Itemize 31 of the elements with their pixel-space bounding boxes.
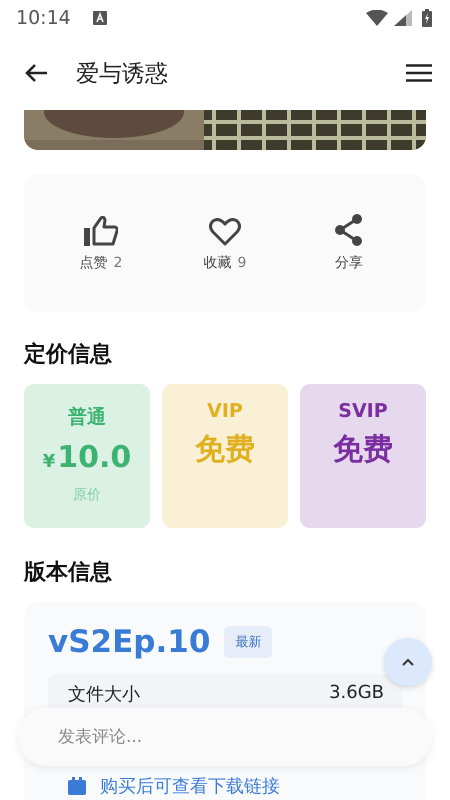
wifi-icon (366, 10, 388, 26)
tier-name: SVIP (338, 400, 388, 422)
section-heading: 定价信息 (24, 342, 112, 367)
battery-icon (422, 9, 432, 27)
share-icon (335, 214, 363, 246)
price: ¥10.0 (42, 440, 132, 477)
tier-name: VIP (207, 400, 243, 422)
price-note: 原价 (73, 486, 101, 504)
menu-icon[interactable] (406, 64, 432, 82)
back-icon[interactable] (24, 63, 48, 83)
detail-value: 3.6GB (329, 682, 384, 705)
calendar-icon (68, 777, 86, 795)
price: 免费 (333, 432, 393, 468)
heart-icon (209, 218, 241, 246)
detail-label: 文件大小 (68, 683, 140, 706)
tier-name: 普通 (68, 405, 106, 430)
page-title: 爱与诱惑 (76, 60, 169, 88)
price: 免费 (195, 432, 255, 468)
version-name: vS2Ep.10 (48, 624, 210, 660)
status-time: 10:14 (16, 7, 71, 29)
share-button[interactable]: 分享 (314, 214, 384, 272)
notification-icon (92, 11, 107, 25)
thumbs-up-icon (84, 216, 118, 246)
favorite-button[interactable]: 收藏 9 (190, 214, 260, 272)
purchase-notice: 购买后可查看下载链接 (100, 775, 280, 798)
like-button[interactable]: 点赞 2 (66, 214, 136, 272)
section-heading: 版本信息 (24, 560, 112, 585)
signal-icon (394, 10, 412, 26)
comment-field[interactable]: 发表评论... (18, 708, 432, 766)
caret-up-icon (402, 658, 414, 666)
latest-badge: 最新 (224, 626, 272, 658)
